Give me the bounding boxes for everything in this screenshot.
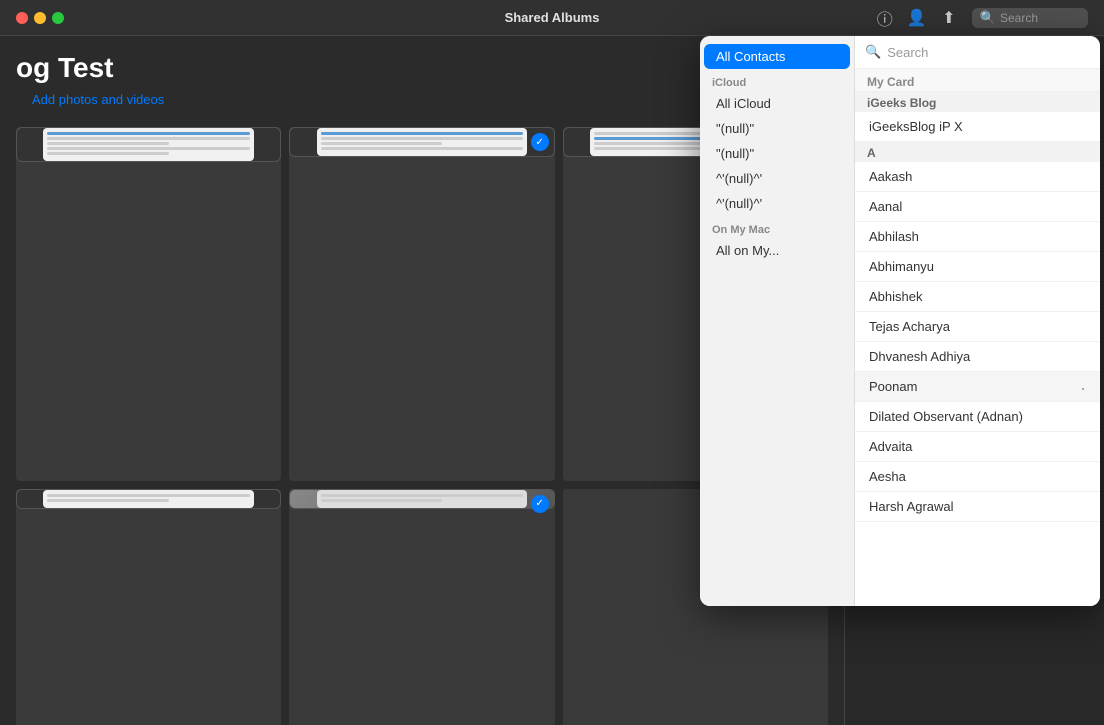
contact-abhimanyu[interactable]: Abhimanyu — [855, 252, 1100, 282]
my-card-header: My Card — [855, 69, 1100, 92]
close-button[interactable] — [16, 12, 28, 24]
contact-aesha[interactable]: Aesha — [855, 462, 1100, 492]
person-icon[interactable]: 👤 — [908, 9, 926, 27]
search-bar[interactable]: 🔍 — [972, 8, 1088, 28]
photo-content — [289, 489, 554, 509]
top-bar: Shared Albums ⓘ 👤 ⬆ 🔍 — [0, 0, 1104, 36]
contact-poonam[interactable]: Poonam · — [855, 372, 1100, 402]
all-on-my-item[interactable]: All on My... — [704, 238, 850, 263]
contact-harsh-agrawal[interactable]: Harsh Agrawal — [855, 492, 1100, 522]
igeeksblog-ip-x-item[interactable]: iGeeksBlog iP X — [855, 112, 1100, 142]
search-icon: 🔍 — [865, 44, 881, 60]
contact-aakash[interactable]: Aakash — [855, 162, 1100, 192]
caret-null-item-2[interactable]: ^'(null)^' — [704, 191, 850, 216]
fullscreen-button[interactable] — [52, 12, 64, 24]
contact-dilated-adnan[interactable]: Dilated Observant (Adnan) — [855, 402, 1100, 432]
contacts-list: My Card iGeeks Blog iGeeksBlog iP X A Aa… — [855, 69, 1100, 606]
on-my-mac-section-header: On My Mac — [700, 216, 854, 238]
photo-thumb[interactable] — [16, 127, 281, 481]
all-icloud-item[interactable]: All iCloud — [704, 91, 850, 116]
window-controls — [16, 12, 64, 24]
contact-tejas-acharya[interactable]: Tejas Acharya — [855, 312, 1100, 342]
contact-advaita[interactable]: Advaita — [855, 432, 1100, 462]
null-item-1[interactable]: "(null)" — [704, 116, 850, 141]
photo-content — [16, 489, 281, 509]
contact-aanal[interactable]: Aanal — [855, 192, 1100, 222]
dd-right-panel: 🔍 My Card iGeeks Blog iGeeksBlog iP X A … — [855, 36, 1100, 606]
photo-thumb[interactable] — [16, 489, 281, 725]
toolbar-right: ⓘ 👤 ⬆ 🔍 — [876, 8, 1088, 28]
poonam-dot-indicator: · — [1080, 379, 1086, 397]
contact-abhishek[interactable]: Abhishek — [855, 282, 1100, 312]
icloud-section-header: iCloud — [700, 69, 854, 91]
selection-checkbox[interactable]: ✓ — [531, 495, 549, 513]
window-title: Shared Albums — [505, 10, 600, 25]
dd-left-panel: All Contacts iCloud All iCloud "(null)" … — [700, 36, 855, 606]
null-item-2[interactable]: "(null)" — [704, 141, 850, 166]
photo-thumb[interactable]: ✓ — [289, 127, 554, 481]
photo-thumb[interactable]: ✓ — [289, 489, 554, 725]
photo-content — [16, 127, 281, 162]
minimize-button[interactable] — [34, 12, 46, 24]
alpha-a-header: A — [855, 142, 1100, 162]
info-icon[interactable]: ⓘ — [876, 9, 894, 27]
search-input[interactable] — [1000, 11, 1080, 25]
contact-abhilash[interactable]: Abhilash — [855, 222, 1100, 252]
contact-dhvanesh-adhiya[interactable]: Dhvanesh Adhiya — [855, 342, 1100, 372]
all-contacts-item[interactable]: All Contacts — [704, 44, 850, 69]
share-icon[interactable]: ⬆ — [940, 9, 958, 27]
traffic-lights — [16, 12, 64, 24]
caret-null-item-1[interactable]: ^'(null)^' — [704, 166, 850, 191]
igeeksblog-group-header: iGeeks Blog — [855, 92, 1100, 112]
selection-checkbox[interactable]: ✓ — [531, 133, 549, 151]
search-icon: 🔍 — [980, 10, 996, 26]
photo-content — [289, 127, 554, 157]
contacts-dropdown: All Contacts iCloud All iCloud "(null)" … — [700, 36, 1100, 606]
dd-search-bar: 🔍 — [855, 36, 1100, 69]
dd-search-input[interactable] — [887, 45, 1090, 60]
